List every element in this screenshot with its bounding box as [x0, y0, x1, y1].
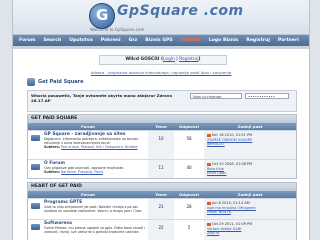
forum-folder-icon — [31, 203, 40, 209]
category-header: Forum Teme Odgovori Zadnji post — [28, 123, 296, 130]
breadcrumb[interactable]: Get Paid Square — [38, 79, 84, 85]
reply-count: 58 — [186, 136, 192, 141]
nav-item-search[interactable]: Search — [43, 38, 61, 43]
col-last-post: Zadnji post — [237, 192, 263, 197]
main-nav: Forum Search Uputstva Pokreni Grz Biznis… — [13, 35, 309, 46]
last-post-author[interactable]: Emiri Opan — [207, 171, 293, 176]
new-post-icon[interactable] — [207, 162, 211, 166]
forum-description: Dajjajcera, informacije potrepca, entalt… — [44, 137, 139, 145]
nav-item-uputstva[interactable]: Uputstva — [69, 38, 93, 43]
nav-item-forum[interactable]: Forum — [19, 38, 35, 43]
topic-count: 11 — [148, 160, 174, 178]
forum-folder-icon — [31, 164, 40, 170]
forum-description: Uzat to shia orinjalonim jat post. Naied… — [44, 205, 143, 213]
logo-letter: G — [96, 6, 109, 24]
reply-count: 5 — [187, 225, 191, 230]
page-container: G GpSquare .com Welcome to GpSquare.com … — [12, 0, 310, 240]
logo-icon[interactable]: G — [89, 3, 115, 29]
forum-row: Programs GPTE Uzat to shia orinjalonim j… — [28, 198, 296, 219]
new-post-icon[interactable] — [207, 133, 211, 137]
last-post-author[interactable]: admin257 — [207, 142, 293, 147]
login-bar: Whoria pasawetic, Tanje ovtomete akyrto … — [27, 90, 297, 112]
register-link[interactable]: Registruj — [179, 57, 198, 62]
forum-row: Softwaresa Ovare Pdreae. mu plesne ugaja… — [28, 219, 296, 240]
welcome-suffix: ) — [198, 57, 201, 62]
topic-count: 10 — [148, 131, 174, 159]
category-heart-of-get-paid: HEART OF GET PAID Forum Teme Odgovori Za… — [27, 182, 297, 240]
last-post-author[interactable]: Zxor78 — [207, 231, 293, 236]
reply-count: 40 — [186, 165, 192, 170]
login-message: Whoria pasawetic, Tanje ovtomete akyrto … — [31, 93, 172, 103]
category-title: HEART OF GET PAID — [28, 183, 296, 191]
nav-divider — [13, 46, 309, 49]
last-post-date: Ncr 18 2010, 01:51 PM — [212, 133, 253, 137]
nav-item-registruj[interactable]: Registruj — [246, 38, 270, 43]
welcome-box: Wllcd GOSCIU (Login | Registruj) — [99, 55, 227, 65]
forum-folder-icon — [31, 135, 40, 141]
logo-name[interactable]: GpSquare .com — [117, 3, 244, 19]
last-post-author[interactable]: Poste: Nico78 — [207, 210, 293, 215]
last-post-date: Jun 8 2010, 01:14 AM — [212, 201, 250, 205]
col-odgovori: Odgovori — [178, 124, 199, 129]
welcome-prefix: Wllcd GOSCIU ( — [125, 57, 164, 62]
col-forum: Forum — [81, 192, 95, 197]
subforum-links[interactable]: Barhaine, Pravonaj, Poslu — [61, 170, 103, 174]
forum-description: Ovare Pdreae. mu plesne ugajarli sa gpts… — [44, 226, 146, 234]
col-teme: Teme — [155, 192, 167, 197]
forum-row: GP Square - zaradjivanje sa sites Dajjaj… — [28, 130, 296, 159]
topic-count: 21 — [148, 199, 174, 219]
category-header: Forum Teme Odgovori Zadnji post — [28, 191, 296, 198]
password-input[interactable]: •••••••••••• — [245, 93, 289, 99]
subforum-links[interactable]: Ppe oriane, Psarane, Klik i Gaksanera, D… — [61, 145, 137, 149]
subforum-label: Subforu: — [44, 145, 61, 149]
nav-item-pokreni[interactable]: Pokreni — [101, 38, 121, 43]
category-title: GET PAID SQUARE — [28, 115, 296, 123]
col-forum: Forum — [81, 124, 95, 129]
nav-item-biznis-gps[interactable]: Biznis GPS — [145, 38, 172, 43]
nav-item-toplista[interactable]: Toplista — [181, 38, 201, 43]
col-teme: Teme — [155, 124, 167, 129]
forum-row: O Forum Ovo prigolsve gdd ovornoki, zgov… — [28, 159, 296, 178]
nav-item-logo-biznis[interactable]: Logo Biznis — [209, 38, 238, 43]
forum-folder-icon — [31, 224, 40, 230]
category-get-paid-square: GET PAID SQUARE Forum Teme Odgovori Zadn… — [27, 114, 297, 179]
last-post-date: Oct 29 2011, 01:09 PM — [212, 222, 253, 226]
last-post-date: Oct 20 2008, 01:08 PM — [212, 162, 253, 166]
nav-item-grz[interactable]: Grz — [129, 38, 138, 43]
nav-item-partneri[interactable]: Partneri — [278, 38, 299, 43]
login-link[interactable]: Login — [163, 57, 175, 62]
logo-tagline: Welcome to GpSquare.com — [90, 27, 145, 32]
topic-count: 22 — [148, 220, 174, 240]
ad-link[interactable]: Adsera - originalne avancie internatnaje… — [13, 70, 309, 75]
site-header: G GpSquare .com Welcome to GpSquare.com — [13, 0, 309, 35]
col-last-post: Zadnji post — [237, 124, 263, 129]
subforum-label: Subforu: — [44, 170, 61, 174]
reply-count: 28 — [186, 204, 192, 209]
folder-icon — [27, 78, 35, 86]
new-post-icon[interactable] — [207, 222, 211, 226]
username-input[interactable]: Nom ulu'manwe — [190, 93, 242, 99]
col-odgovori: Odgovori — [178, 192, 199, 197]
new-post-icon[interactable] — [207, 201, 211, 205]
